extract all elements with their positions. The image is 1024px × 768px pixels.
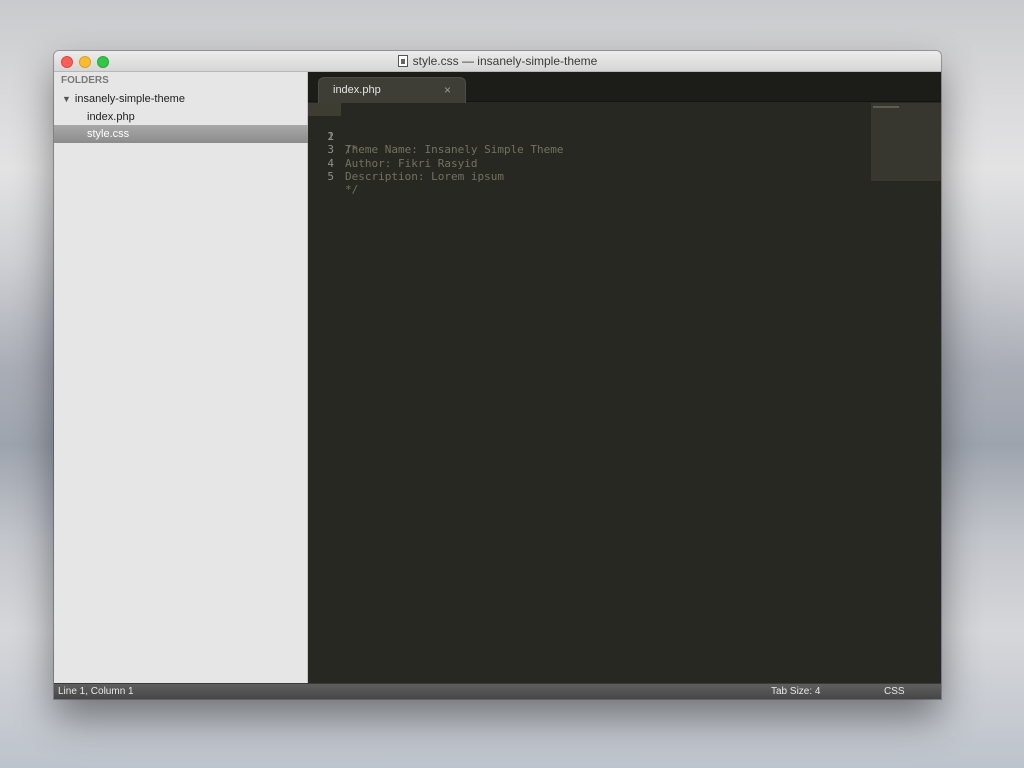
editor-area: index.php × 1 /* 2 Theme Name: Insanely … xyxy=(308,72,941,683)
folders-header: FOLDERS xyxy=(61,75,109,86)
syntax-button[interactable]: CSS xyxy=(884,684,905,699)
code-line: 3 Author: Fikri Rasyid xyxy=(308,130,868,169)
tab-bar: index.php × xyxy=(308,72,941,103)
file-label: style.css xyxy=(87,128,130,140)
tab-index-php[interactable]: index.php × xyxy=(318,77,466,103)
window-title-text: style.css — insanely-simple-theme xyxy=(412,54,598,68)
file-label: index.php xyxy=(87,111,135,123)
code-text: */ xyxy=(345,183,359,197)
window-title: style.css — insanely-simple-theme xyxy=(54,54,941,68)
sidebar: FOLDERS ▼ insanely-simple-theme index.php… xyxy=(54,72,308,683)
tab-label: index.php xyxy=(333,84,381,96)
code-editor[interactable]: 1 /* 2 Theme Name: Insanely Simple Theme… xyxy=(308,103,868,683)
cursor-position: Line 1, Column 1 xyxy=(58,686,134,697)
code-text: Description: Lorem ipsum xyxy=(345,169,504,183)
minimap[interactable] xyxy=(871,103,941,181)
status-bar: Line 1, Column 1 Tab Size: 4 CSS xyxy=(54,683,941,699)
minimap-line xyxy=(873,106,899,108)
folder-insanely-simple-theme[interactable]: ▼ insanely-simple-theme xyxy=(62,93,185,105)
line-number: 5 xyxy=(327,169,334,183)
folder-label: insanely-simple-theme xyxy=(74,93,185,105)
tab-close-icon[interactable]: × xyxy=(444,83,451,97)
title-bar[interactable]: style.css — insanely-simple-theme xyxy=(54,51,941,72)
code-line: 1 /* xyxy=(308,103,868,156)
tab-size-button[interactable]: Tab Size: 4 xyxy=(771,684,820,699)
code-line: 2 Theme Name: Insanely Simple Theme xyxy=(308,116,868,156)
code-line: 4 Description: Lorem ipsum xyxy=(308,143,868,183)
code-line: 5 */ xyxy=(308,157,868,196)
sidebar-file-style-css[interactable]: style.css xyxy=(54,125,308,143)
current-line-highlight xyxy=(308,103,341,117)
sidebar-file-index-php[interactable]: index.php xyxy=(54,108,308,126)
editor-window: style.css — insanely-simple-theme FOLDER… xyxy=(54,51,941,699)
document-icon xyxy=(397,55,408,67)
disclosure-triangle-icon[interactable]: ▼ xyxy=(62,94,71,104)
